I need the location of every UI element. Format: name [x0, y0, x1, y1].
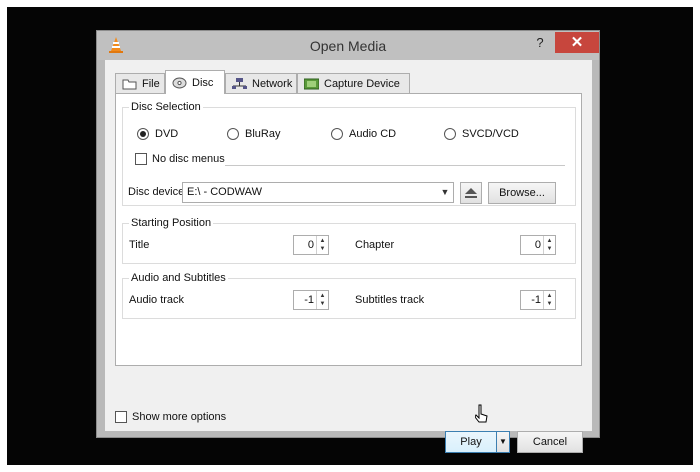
network-icon — [232, 77, 247, 90]
close-button[interactable]: ✕ — [555, 32, 599, 53]
title-spinbox[interactable]: 0 ▲ ▼ — [293, 235, 329, 255]
disc-tab-panel: Disc Selection DVD BluRay Audio CD SVCD/… — [115, 93, 582, 366]
browse-button[interactable]: Browse... — [488, 182, 556, 204]
chapter-value: 0 — [534, 239, 541, 251]
help-button[interactable]: ? — [529, 33, 551, 53]
disc-selection-label: Disc Selection — [129, 101, 203, 113]
radio-audio-cd-circle[interactable] — [331, 128, 343, 140]
audio-track-label: Audio track — [129, 294, 185, 306]
tab-capture-device[interactable]: Capture Device — [297, 73, 410, 93]
open-media-dialog: Open Media ? ✕ File Disc Network Capture… — [96, 30, 600, 453]
show-more-options-checkbox[interactable]: Show more options — [115, 411, 226, 423]
disc-device-label: Disc device — [128, 186, 185, 198]
radio-bluray-label: BluRay — [245, 128, 281, 140]
show-more-options-label: Show more options — [132, 411, 227, 423]
disc-device-select[interactable]: E:\ - CODWAW ▼ — [182, 182, 454, 203]
radio-dvd[interactable]: DVD — [137, 128, 178, 140]
subtitles-track-spinbox[interactable]: -1 ▲ ▼ — [520, 290, 556, 310]
radio-svcd-vcd[interactable]: SVCD/VCD — [444, 128, 519, 140]
mouse-cursor-icon — [474, 404, 489, 426]
tab-disc-label: Disc — [192, 76, 214, 89]
radio-dvd-circle[interactable] — [137, 128, 149, 140]
dialog-client-area: File Disc Network Capture Device Disc Se… — [105, 60, 592, 453]
audio-track-spinbox[interactable]: -1 ▲ ▼ — [293, 290, 329, 310]
tab-disc[interactable]: Disc — [165, 70, 225, 94]
audio-subtitles-group: Audio and Subtitles Audio track -1 ▲ ▼ Su… — [122, 272, 576, 319]
starting-position-label: Starting Position — [129, 217, 214, 229]
no-disc-menus-box[interactable] — [135, 153, 147, 165]
title-value: 0 — [307, 239, 314, 251]
capture-device-icon — [303, 78, 320, 90]
window-title: Open Media — [309, 38, 387, 54]
title-label: Title — [129, 239, 150, 251]
radio-audio-cd-label: Audio CD — [349, 128, 397, 140]
subtitles-track-value: -1 — [531, 294, 541, 306]
chapter-label: Chapter — [355, 239, 395, 251]
disc-icon — [172, 77, 187, 89]
no-disc-menus-label: No disc menus — [152, 153, 225, 165]
subtitles-track-label: Subtitles track — [355, 294, 425, 306]
starting-position-group: Starting Position Title 0 ▲ ▼ Chapter 0 ▲… — [122, 217, 576, 264]
eject-button[interactable] — [460, 182, 482, 204]
chevron-down-icon: ▼ — [499, 437, 507, 446]
show-more-options-box[interactable] — [115, 411, 127, 423]
tab-network[interactable]: Network — [225, 73, 297, 93]
chapter-spinbox[interactable]: 0 ▲ ▼ — [520, 235, 556, 255]
radio-svcd-vcd-circle[interactable] — [444, 128, 456, 140]
folder-icon — [122, 78, 137, 90]
audio-subtitles-label: Audio and Subtitles — [129, 272, 228, 284]
radio-dvd-label: DVD — [155, 128, 179, 140]
tab-file[interactable]: File — [115, 73, 165, 93]
no-disc-menus-checkbox[interactable]: No disc menus — [135, 153, 225, 165]
tab-file-label: File — [142, 77, 160, 90]
radio-audio-cd[interactable]: Audio CD — [331, 128, 396, 140]
spin-arrows-icon[interactable]: ▲ ▼ — [316, 236, 328, 254]
tab-capture-device-label: Capture Device — [324, 77, 400, 90]
radio-svcd-vcd-label: SVCD/VCD — [462, 128, 519, 140]
radio-bluray-circle[interactable] — [227, 128, 239, 140]
tab-network-label: Network — [252, 77, 293, 90]
audio-track-value: -1 — [304, 294, 314, 306]
title-bar[interactable]: Open Media ? ✕ — [97, 31, 599, 60]
spin-arrows-icon[interactable]: ▲ ▼ — [543, 291, 555, 309]
spin-arrows-icon[interactable]: ▲ ▼ — [316, 291, 328, 309]
cancel-button[interactable]: Cancel — [517, 431, 583, 453]
radio-bluray[interactable]: BluRay — [227, 128, 280, 140]
disc-selection-group: Disc Selection DVD BluRay Audio CD SVCD/… — [122, 101, 576, 206]
play-dropdown-button[interactable]: ▼ — [496, 431, 510, 453]
play-button[interactable]: Play — [445, 431, 497, 453]
eject-icon — [464, 188, 478, 202]
disc-divider — [225, 165, 565, 166]
spin-arrows-icon[interactable]: ▲ ▼ — [543, 236, 555, 254]
chevron-down-icon[interactable]: ▼ — [437, 183, 453, 202]
disc-device-value: E:\ - CODWAW — [187, 186, 262, 198]
